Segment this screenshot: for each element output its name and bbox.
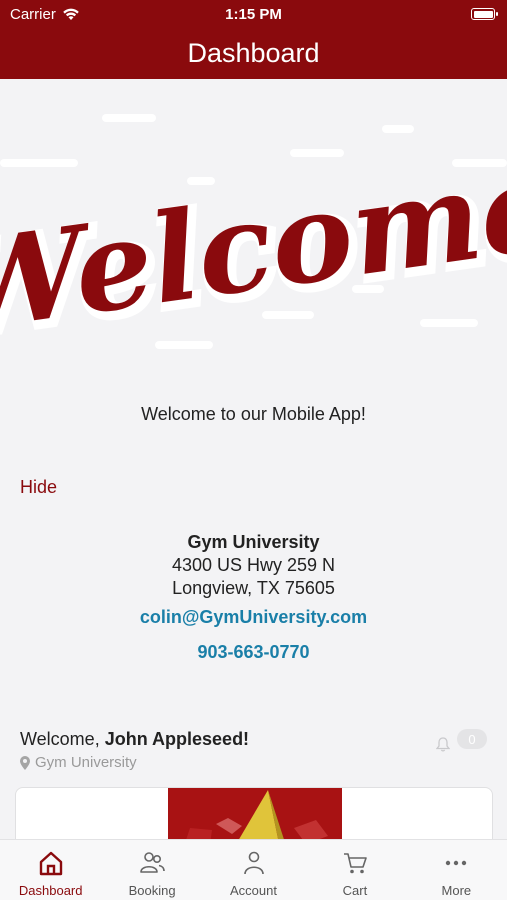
greeting-prefix: Welcome, xyxy=(20,729,105,749)
gym-name: Gym University xyxy=(187,532,320,552)
person-icon xyxy=(243,851,264,875)
notification-count-badge[interactable]: 0 xyxy=(457,729,487,749)
tab-booking[interactable]: Booking xyxy=(101,840,202,900)
gym-info: Gym University 4300 US Hwy 259 N Longvie… xyxy=(0,531,507,600)
nav-bar: Dashboard xyxy=(0,28,507,79)
gym-address-line1: 4300 US Hwy 259 N xyxy=(171,555,336,575)
tab-label: Cart xyxy=(342,883,368,898)
gym-email-link[interactable]: colin@GymUniversity.com xyxy=(0,607,507,628)
tab-label: Account xyxy=(230,883,277,898)
gym-address-line2: Longview, TX 75605 xyxy=(172,578,335,598)
hide-button[interactable]: Hide xyxy=(20,477,57,498)
tab-dashboard[interactable]: Dashboard xyxy=(0,840,101,900)
status-bar: Carrier 1:15 PM xyxy=(0,0,507,28)
home-icon xyxy=(39,851,62,876)
people-icon xyxy=(140,852,165,873)
tab-label: Booking xyxy=(128,883,176,898)
tab-cart[interactable]: Cart xyxy=(304,840,405,900)
cart-icon xyxy=(343,853,367,874)
gym-phone-link[interactable]: 903-663-0770 xyxy=(0,642,507,663)
user-name: John Appleseed! xyxy=(104,729,250,749)
welcome-banner-graphic: Welcome Welcome xyxy=(0,114,507,369)
tab-label: Dashboard xyxy=(18,883,83,898)
battery-icon xyxy=(471,8,498,20)
user-location: Gym University xyxy=(20,754,137,771)
page-title: Dashboard xyxy=(187,38,320,68)
user-greeting: Welcome, John Appleseed! xyxy=(20,729,249,750)
location-pin-icon xyxy=(20,755,30,770)
bell-icon[interactable] xyxy=(436,737,450,752)
welcome-message: Welcome to our Mobile App! xyxy=(141,404,366,424)
welcome-banner: Welcome Welcome xyxy=(0,79,507,369)
tab-bar: Dashboard Booking Account Cart More xyxy=(0,839,507,900)
tab-label: More xyxy=(441,883,472,898)
tab-account[interactable]: Account xyxy=(203,840,304,900)
more-dots-icon xyxy=(446,860,467,866)
tab-more[interactable]: More xyxy=(406,840,507,900)
status-time: 1:15 PM xyxy=(225,6,282,23)
user-location-label: Gym University xyxy=(35,754,137,771)
